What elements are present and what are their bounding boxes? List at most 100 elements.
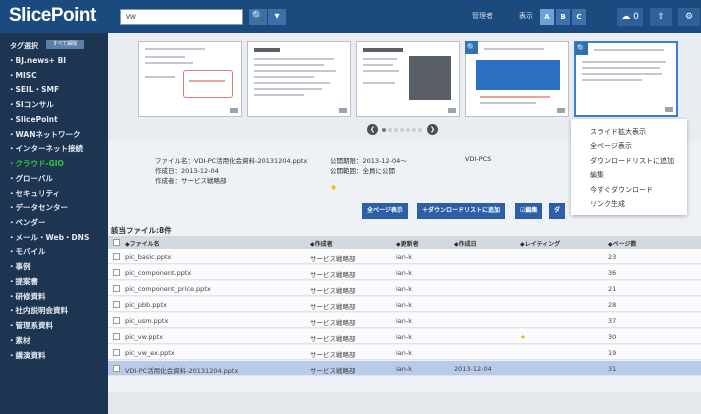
- row-checkbox[interactable]: [113, 349, 120, 356]
- sidebar-item-security[interactable]: ・セキュリティ: [8, 188, 60, 199]
- row-checkbox[interactable]: [113, 269, 120, 276]
- table-row[interactable]: pic_pbb.pptx サービス戦略部 ian-k 28: [108, 297, 701, 312]
- header-pages[interactable]: ◆ページ数: [608, 239, 637, 248]
- header-created-date[interactable]: ◆作成日: [454, 239, 477, 248]
- sidebar-item-internal-briefing[interactable]: ・社内説明会資料: [8, 305, 68, 316]
- cell-file-name[interactable]: pic_basic.pptx: [125, 253, 171, 261]
- settings-button[interactable]: ⚙: [678, 8, 700, 26]
- sidebar-item-wan-network[interactable]: ・WANネットワーク: [8, 129, 81, 140]
- search-button[interactable]: 🔍: [249, 9, 267, 25]
- sidebar-item-management[interactable]: ・管理系資料: [8, 320, 53, 331]
- cell-file-name[interactable]: pic_pbb.pptx: [125, 301, 167, 309]
- zoom-icon[interactable]: 🔍: [575, 42, 588, 55]
- zoom-icon[interactable]: 🔍: [465, 41, 478, 54]
- sidebar-item-mobile[interactable]: ・モバイル: [8, 246, 46, 257]
- download-now-button[interactable]: ダ: [549, 203, 566, 219]
- cell-file-name[interactable]: pic_vw_ex.pptx: [125, 349, 175, 357]
- carousel-next-button[interactable]: ❯: [427, 124, 438, 135]
- menu-item-download-now[interactable]: 今すぐダウンロード: [590, 185, 653, 195]
- cell-author: サービス戦略部: [310, 255, 356, 263]
- cell-updater: ian-k: [396, 269, 413, 277]
- sidebar-item-seil-smf[interactable]: ・SEIL・SMF: [8, 84, 59, 95]
- sidebar-item-cloud-gio[interactable]: ・クラウド-GIO: [8, 158, 64, 169]
- clear-tags-button[interactable]: すべて解除: [46, 40, 84, 49]
- result-count: 該当ファイル:8件: [111, 226, 172, 235]
- sidebar-item-global[interactable]: ・グローバル: [8, 173, 53, 184]
- size-button-b[interactable]: B: [556, 9, 570, 25]
- row-checkbox[interactable]: [113, 253, 120, 260]
- sidebar-item-lecture[interactable]: ・講演資料: [8, 350, 46, 361]
- sidebar-item-proposal[interactable]: ・提案書: [8, 276, 38, 287]
- menu-item-edit[interactable]: 編集: [590, 170, 604, 180]
- carousel-dot[interactable]: [418, 128, 422, 132]
- admin-label[interactable]: 管理者: [472, 11, 493, 21]
- chevron-down-icon: ▾: [274, 11, 280, 22]
- search-dropdown-button[interactable]: ▾: [268, 9, 286, 25]
- cell-file-name[interactable]: pic_vw.pptx: [125, 333, 163, 341]
- app-logo[interactable]: SlicePoint: [9, 5, 96, 27]
- carousel-dot[interactable]: [382, 128, 386, 132]
- cell-file-name[interactable]: VDI-PC活用化会資料-20131204.pptx: [125, 365, 238, 375]
- add-download-list-button[interactable]: ＋ダウンロードリストに追加: [417, 203, 506, 219]
- row-checkbox[interactable]: [113, 285, 120, 292]
- slide-thumbnail[interactable]: 🔍: [465, 41, 569, 117]
- header-author[interactable]: ◆作成者: [310, 239, 333, 248]
- upload-button[interactable]: ⇧: [650, 8, 672, 26]
- sidebar-item-misc[interactable]: ・MISC: [8, 70, 37, 81]
- row-checkbox[interactable]: [113, 365, 120, 372]
- carousel-dot[interactable]: [388, 128, 392, 132]
- table-row-selected[interactable]: VDI-PC活用化会資料-20131204.pptx サービス戦略部 ian-k…: [108, 361, 701, 376]
- carousel-dot[interactable]: [406, 128, 410, 132]
- menu-item-generate-link[interactable]: リンク生成: [590, 199, 625, 209]
- sidebar-item-material[interactable]: ・素材: [8, 335, 31, 346]
- menu-item-add-download-list[interactable]: ダウンロードリストに追加: [590, 156, 674, 166]
- carousel-prev-button[interactable]: ❮: [367, 124, 378, 135]
- cell-file-name[interactable]: pic_component_price.pptx: [125, 285, 211, 293]
- menu-item-zoom-slide[interactable]: スライド拡大表示: [590, 127, 646, 137]
- sidebar-item-mail-web-dns[interactable]: ・メール・Web・DNS: [8, 232, 89, 243]
- sidebar-item-si-consul[interactable]: ・SIコンサル: [8, 99, 54, 110]
- cell-pages: 30: [608, 333, 617, 341]
- table-row[interactable]: pic_vw.pptx サービス戦略部 ian-k ★ 30: [108, 329, 701, 344]
- sidebar-item-internet[interactable]: ・インターネット接続: [8, 143, 83, 154]
- cell-updater: ian-k: [396, 365, 413, 373]
- slide-thumbnail[interactable]: [356, 41, 460, 117]
- header-updater[interactable]: ◆更新者: [396, 239, 419, 248]
- carousel-dot[interactable]: [400, 128, 404, 132]
- all-pages-button[interactable]: 全ページ表示: [362, 203, 408, 219]
- sidebar-item-case[interactable]: ・事例: [8, 261, 31, 272]
- row-checkbox[interactable]: [113, 317, 120, 324]
- cell-updater: ian-k: [396, 333, 413, 341]
- row-checkbox[interactable]: [113, 333, 120, 340]
- header-file-name[interactable]: ◆ファイル名: [125, 239, 160, 248]
- search-input[interactable]: vw: [120, 9, 243, 25]
- sidebar-item-datacenter[interactable]: ・データセンター: [8, 202, 68, 213]
- table-row[interactable]: pic_component_price.pptx サービス戦略部 ian-k 2…: [108, 281, 701, 296]
- cell-file-name[interactable]: pic_usm.pptx: [125, 317, 168, 325]
- slide-thumbnail[interactable]: [247, 41, 351, 117]
- slide-thumbnail-selected[interactable]: 🔍: [574, 41, 678, 117]
- sidebar-item-vendor[interactable]: ・ベンダー: [8, 217, 46, 228]
- select-all-checkbox[interactable]: [113, 239, 120, 246]
- table-row[interactable]: pic_basic.pptx サービス戦略部 ian-k 23: [108, 249, 701, 264]
- author-label: 作成者：サービス戦略部: [155, 177, 227, 185]
- row-checkbox[interactable]: [113, 301, 120, 308]
- carousel-dot[interactable]: [394, 128, 398, 132]
- table-row[interactable]: pic_vw_ex.pptx サービス戦略部 ian-k 19: [108, 345, 701, 360]
- header-rating[interactable]: ◆レイティング: [520, 239, 560, 248]
- table-row[interactable]: pic_usm.pptx サービス戦略部 ian-k 37: [108, 313, 701, 328]
- size-button-a[interactable]: A: [540, 9, 554, 25]
- carousel-dot[interactable]: [412, 128, 416, 132]
- size-button-c[interactable]: C: [572, 9, 586, 25]
- menu-item-all-pages[interactable]: 全ページ表示: [590, 141, 632, 151]
- cell-file-name[interactable]: pic_component.pptx: [125, 269, 191, 277]
- sidebar-item-slicepoint[interactable]: ・SlicePoint: [8, 114, 58, 125]
- slide-thumbnail[interactable]: [138, 41, 242, 117]
- cloud-button[interactable]: ☁ 0: [617, 8, 643, 26]
- main-content: 🔍 🔍 ❮ ❯ ファイル名：VDI-PC活用化会資料-20131204.pptx: [108, 33, 701, 414]
- edit-button[interactable]: ☑編集: [515, 203, 543, 219]
- sidebar-item-training[interactable]: ・研修資料: [8, 291, 46, 302]
- cell-author: サービス戦略部: [310, 303, 356, 311]
- table-row[interactable]: pic_component.pptx サービス戦略部 ian-k 36: [108, 265, 701, 280]
- sidebar-item-bj-news[interactable]: ・BJ.news+ BI: [8, 55, 66, 66]
